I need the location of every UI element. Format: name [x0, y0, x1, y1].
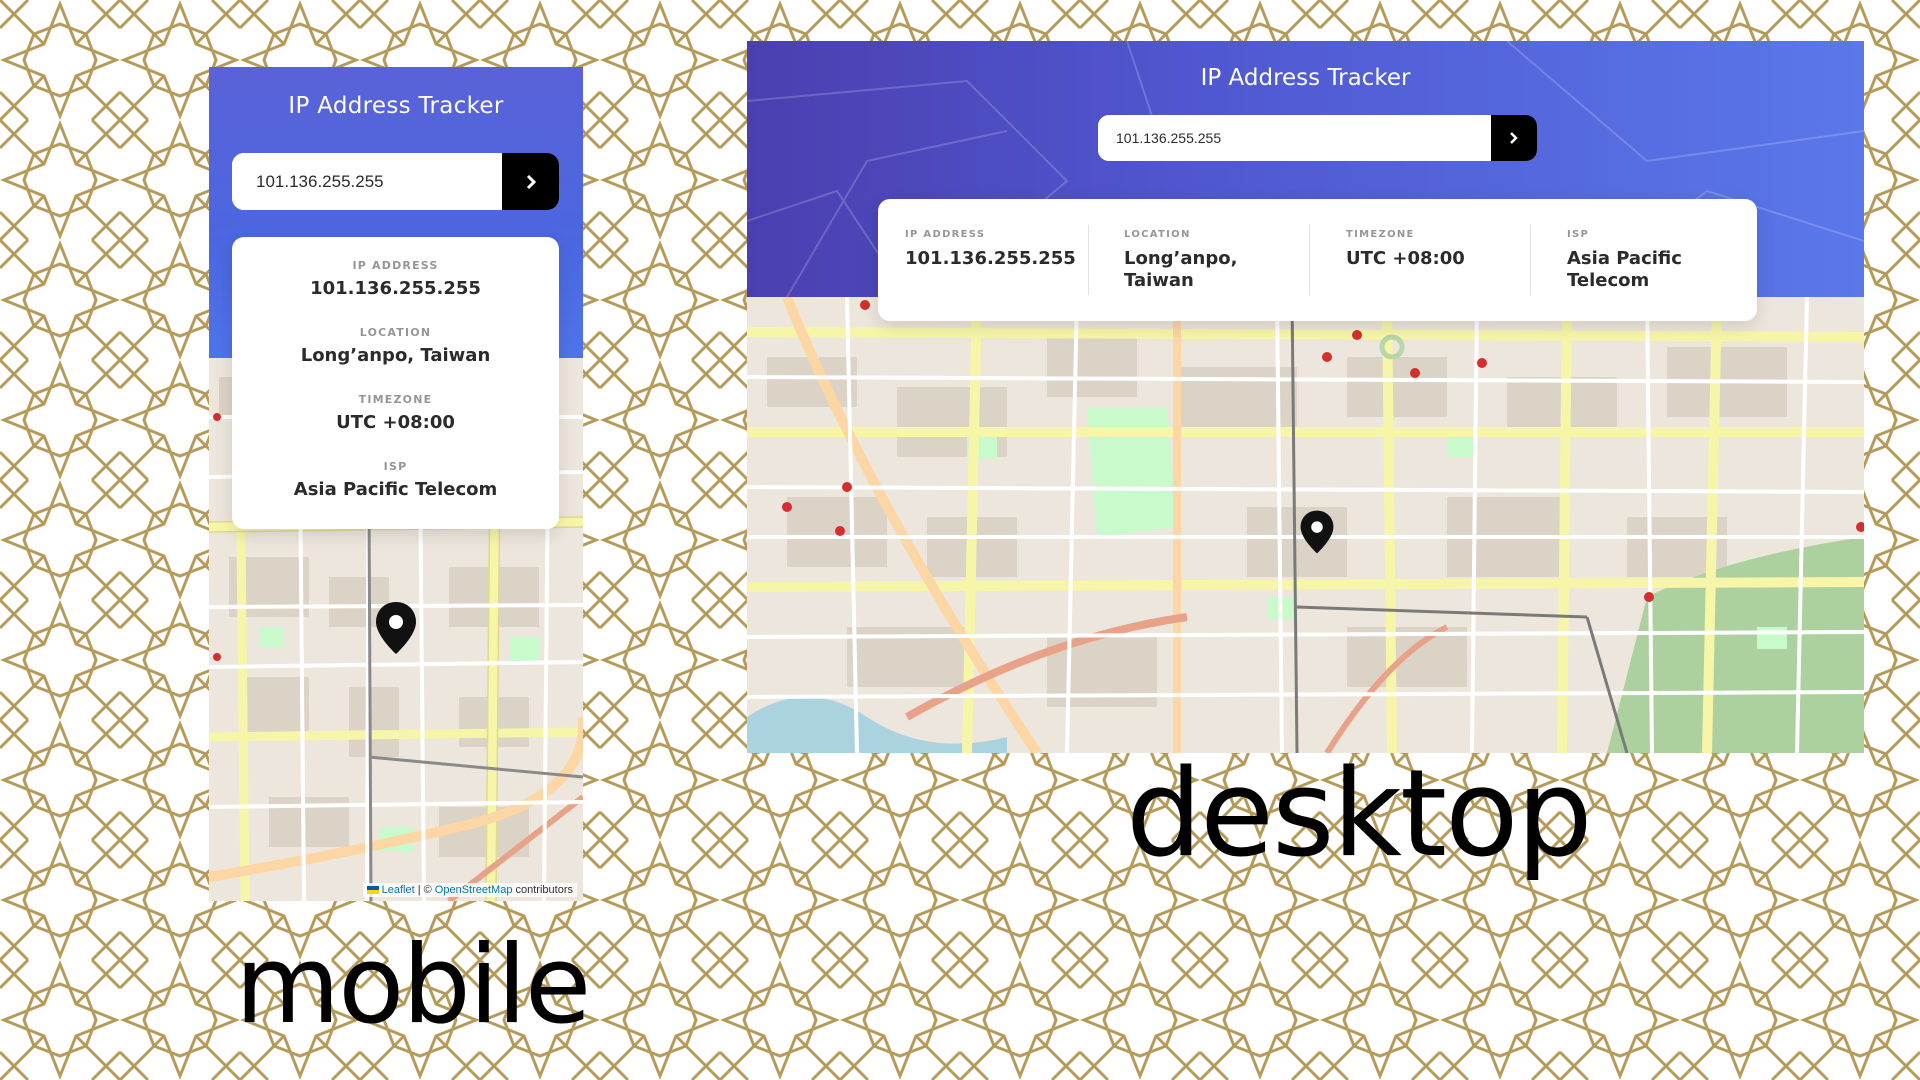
info-label: TIMEZONE — [1346, 229, 1415, 240]
chevron-right-icon — [1510, 132, 1518, 144]
search-button[interactable] — [1491, 115, 1537, 161]
info-ip-address: IP ADDRESS 101.136.255.255 — [232, 259, 559, 299]
info-isp: ISP Asia Pacific Telecom — [232, 460, 559, 500]
info-card: IP ADDRESS 101.136.255.255 LOCATION Long… — [878, 199, 1757, 321]
search-bar — [232, 153, 559, 210]
page-title: IP Address Tracker — [288, 93, 504, 119]
caption-desktop: desktop — [1126, 745, 1593, 884]
info-value: 101.136.255.255 — [310, 278, 481, 299]
info-label: TIMEZONE — [358, 393, 433, 406]
info-value: UTC +08:00 — [336, 412, 455, 433]
mobile-screenshot: IP Address Tracker IP ADDRESS 101.136.25… — [209, 67, 583, 901]
desktop-screenshot: IP Address Tracker IP ADDRESS 101.136.25… — [747, 41, 1864, 753]
map-attribution: Leaflet | © OpenStreetMap contributors — [362, 883, 577, 897]
chevron-right-icon — [526, 174, 536, 189]
info-location: LOCATION Long’anpo, Taiwan — [1124, 229, 1264, 292]
info-value: Long’anpo, Taiwan — [1124, 248, 1238, 291]
info-card: IP ADDRESS 101.136.255.255 LOCATION Long… — [232, 237, 559, 529]
info-isp: ISP Asia Pacific Telecom — [1567, 229, 1707, 292]
osm-link[interactable]: OpenStreetMap — [435, 884, 513, 896]
attribution-contributors: contributors — [515, 884, 573, 896]
leaflet-link[interactable]: Leaflet — [382, 884, 415, 896]
info-label: IP ADDRESS — [905, 229, 986, 240]
info-value: Asia Pacific Telecom — [1567, 248, 1682, 291]
info-label: LOCATION — [1124, 229, 1191, 240]
info-value: UTC +08:00 — [1346, 248, 1465, 269]
location-pin-icon[interactable] — [373, 600, 419, 656]
search-button[interactable] — [502, 153, 559, 210]
divider — [1530, 225, 1531, 295]
info-ip-address: IP ADDRESS 101.136.255.255 — [905, 229, 1105, 270]
info-value: Long’anpo, Taiwan — [300, 345, 491, 366]
info-location: LOCATION Long’anpo, Taiwan — [232, 326, 559, 366]
info-label: ISP — [383, 460, 408, 473]
info-value: 101.136.255.255 — [905, 248, 1076, 269]
info-timezone: TIMEZONE UTC +08:00 — [232, 393, 559, 433]
info-value: Asia Pacific Telecom — [293, 479, 498, 500]
info-timezone: TIMEZONE UTC +08:00 — [1346, 229, 1546, 270]
ukraine-flag-icon — [366, 886, 379, 895]
info-label: IP ADDRESS — [352, 259, 439, 272]
divider — [1309, 225, 1310, 295]
location-pin-icon[interactable] — [1298, 509, 1336, 555]
ip-search-input[interactable] — [232, 153, 502, 210]
ip-search-input[interactable] — [1098, 115, 1490, 161]
info-label: ISP — [1567, 229, 1590, 240]
caption-mobile: mobile — [235, 923, 591, 1048]
divider — [1088, 225, 1089, 295]
page-title: IP Address Tracker — [1200, 65, 1411, 91]
attribution-separator: | © — [417, 884, 432, 896]
info-label: LOCATION — [359, 326, 432, 339]
search-bar — [1098, 115, 1537, 161]
